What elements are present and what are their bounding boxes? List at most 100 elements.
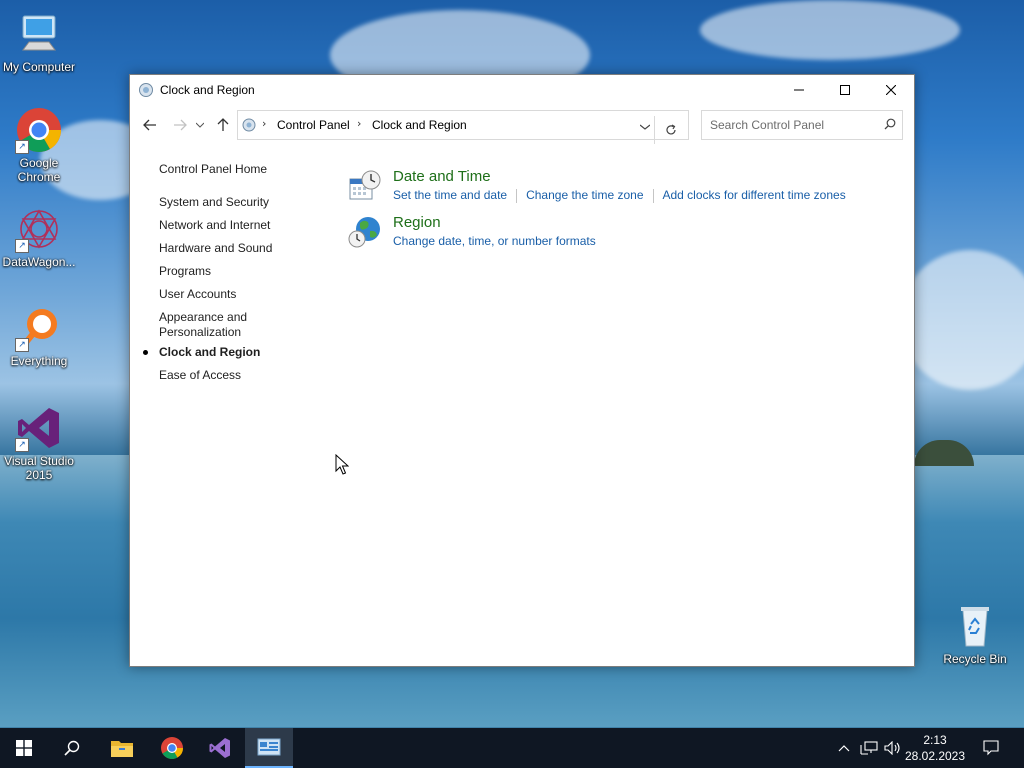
- search-icon[interactable]: [884, 118, 896, 130]
- visual-studio-icon: ↗: [15, 404, 63, 452]
- link-divider: [516, 188, 518, 203]
- search-input[interactable]: [708, 116, 872, 134]
- cloud: [700, 0, 960, 60]
- folder-icon: [111, 741, 133, 757]
- navigation-bar: › Control Panel › Clock and Region: [130, 105, 914, 145]
- volume-tray-button[interactable]: [882, 728, 904, 768]
- forward-button[interactable]: [170, 115, 190, 135]
- link-change-formats[interactable]: Change date, time, or number formats: [393, 234, 596, 248]
- nav-programs[interactable]: Programs: [159, 264, 329, 279]
- desktop-icon-datawagon[interactable]: ↗ DataWagon...: [0, 205, 79, 269]
- desktop-icon-label: DataWagon...: [2, 255, 76, 269]
- minimize-icon: [794, 89, 804, 91]
- region-globe-icon[interactable]: [348, 215, 382, 249]
- back-button[interactable]: [140, 115, 160, 135]
- windows-logo-icon: [16, 740, 32, 756]
- notification-icon: [983, 740, 999, 756]
- taskbar-search-button[interactable]: [48, 728, 96, 768]
- link-divider: [652, 188, 654, 203]
- desktop-icon-label: Recycle Bin: [943, 652, 1007, 666]
- refresh-button[interactable]: [654, 116, 687, 144]
- control-panel-window: Clock and Region › Control Panel › Clock…: [129, 74, 915, 667]
- speaker-icon: [884, 741, 900, 755]
- taskbar-google-chrome[interactable]: [148, 728, 196, 768]
- chrome-icon: ↗: [15, 106, 63, 154]
- network-tray-button[interactable]: [858, 728, 880, 768]
- window-title: Clock and Region: [160, 83, 255, 97]
- refresh-icon: [666, 124, 676, 135]
- nav-clock-and-region: Clock and Region: [159, 345, 261, 359]
- computer-icon: [15, 10, 63, 58]
- chevron-up-icon: [838, 745, 850, 752]
- desktop-icon-recycle-bin[interactable]: Recycle Bin: [935, 602, 1015, 666]
- desktop-icon-label: My Computer: [2, 60, 76, 74]
- start-button[interactable]: [0, 728, 48, 768]
- desktop-icon-my-computer[interactable]: My Computer: [0, 10, 79, 74]
- nav-hardware-and-sound[interactable]: Hardware and Sound: [159, 241, 329, 256]
- maximize-button[interactable]: [822, 75, 868, 105]
- chrome-icon: [161, 737, 183, 759]
- desktop-icon-visual-studio[interactable]: ↗ Visual Studio 2015: [0, 404, 79, 482]
- nav-network-and-internet[interactable]: Network and Internet: [159, 218, 329, 233]
- clock-time: 2:13: [923, 733, 947, 747]
- chevron-down-icon: [639, 124, 651, 130]
- minimize-button[interactable]: [776, 75, 822, 105]
- desktop-icon-label: Google Chrome: [17, 156, 61, 184]
- taskbar-visual-studio[interactable]: [196, 728, 244, 768]
- desktop-islet: [914, 440, 974, 466]
- desktop-icon-label: Everything: [10, 354, 68, 368]
- action-center-button[interactable]: [968, 728, 1014, 768]
- desktop-icon-label: Visual Studio 2015: [4, 454, 74, 482]
- datawagon-icon: ↗: [15, 205, 63, 253]
- recent-locations-button[interactable]: [193, 115, 207, 135]
- nav-control-panel-home[interactable]: Control Panel Home: [159, 162, 329, 177]
- shortcut-arrow-icon: ↗: [15, 239, 29, 253]
- close-button[interactable]: [868, 75, 914, 105]
- breadcrumb-control-panel[interactable]: Control Panel: [277, 118, 350, 132]
- nav-ease-of-access[interactable]: Ease of Access: [159, 368, 329, 383]
- recycle-bin-icon: [951, 602, 999, 650]
- control-panel-icon: [241, 117, 257, 133]
- search-icon: [64, 740, 80, 756]
- breadcrumb-clock-and-region[interactable]: Clock and Region: [372, 118, 467, 132]
- region-links: Change date, time, or number formats: [393, 234, 596, 248]
- breadcrumb-separator-icon[interactable]: ›: [357, 117, 361, 130]
- link-add-clocks[interactable]: Add clocks for different time zones: [663, 188, 846, 202]
- shortcut-arrow-icon: ↗: [15, 338, 29, 352]
- nav-clock-and-region-current: Clock and Region: [143, 345, 329, 359]
- control-panel-icon: [138, 82, 154, 98]
- link-set-time-and-date[interactable]: Set the time and date: [393, 188, 507, 202]
- link-change-time-zone[interactable]: Change the time zone: [526, 188, 643, 202]
- close-icon: [886, 85, 896, 95]
- taskbar-file-explorer[interactable]: [98, 728, 146, 768]
- search-box[interactable]: [701, 110, 903, 140]
- mouse-pointer-icon: [335, 453, 350, 478]
- arrow-up-icon: [217, 118, 229, 131]
- taskbar-clock[interactable]: 2:13 28.02.2023: [904, 732, 966, 764]
- clock-date: 28.02.2023: [904, 749, 966, 763]
- show-hidden-icons-button[interactable]: [834, 728, 854, 768]
- current-item-bullet-icon: [143, 350, 148, 355]
- maximize-icon: [840, 85, 850, 95]
- network-icon: [860, 741, 878, 755]
- visual-studio-icon: [209, 738, 230, 758]
- region-title[interactable]: Region: [393, 214, 441, 231]
- chevron-down-icon: [196, 122, 204, 128]
- title-bar[interactable]: Clock and Region: [130, 75, 914, 105]
- date-time-icon[interactable]: [348, 169, 382, 203]
- address-bar[interactable]: › Control Panel › Clock and Region: [237, 110, 689, 144]
- arrow-left-icon: [143, 119, 156, 131]
- shortcut-arrow-icon: ↗: [15, 438, 29, 452]
- date-and-time-title[interactable]: Date and Time: [393, 168, 491, 185]
- address-history-dropdown[interactable]: [639, 119, 651, 133]
- arrow-right-icon: [174, 119, 187, 131]
- up-button[interactable]: [213, 115, 233, 135]
- breadcrumb-separator-icon[interactable]: ›: [262, 117, 266, 130]
- shortcut-arrow-icon: ↗: [15, 140, 29, 154]
- nav-appearance-and-personalization[interactable]: Appearance and Personalization: [159, 310, 259, 340]
- nav-system-and-security[interactable]: System and Security: [159, 195, 329, 210]
- desktop-icon-google-chrome[interactable]: ↗ Google Chrome: [0, 106, 79, 184]
- nav-user-accounts[interactable]: User Accounts: [159, 287, 329, 302]
- taskbar-control-panel[interactable]: [245, 728, 293, 768]
- desktop-icon-everything[interactable]: ↗ Everything: [0, 304, 79, 368]
